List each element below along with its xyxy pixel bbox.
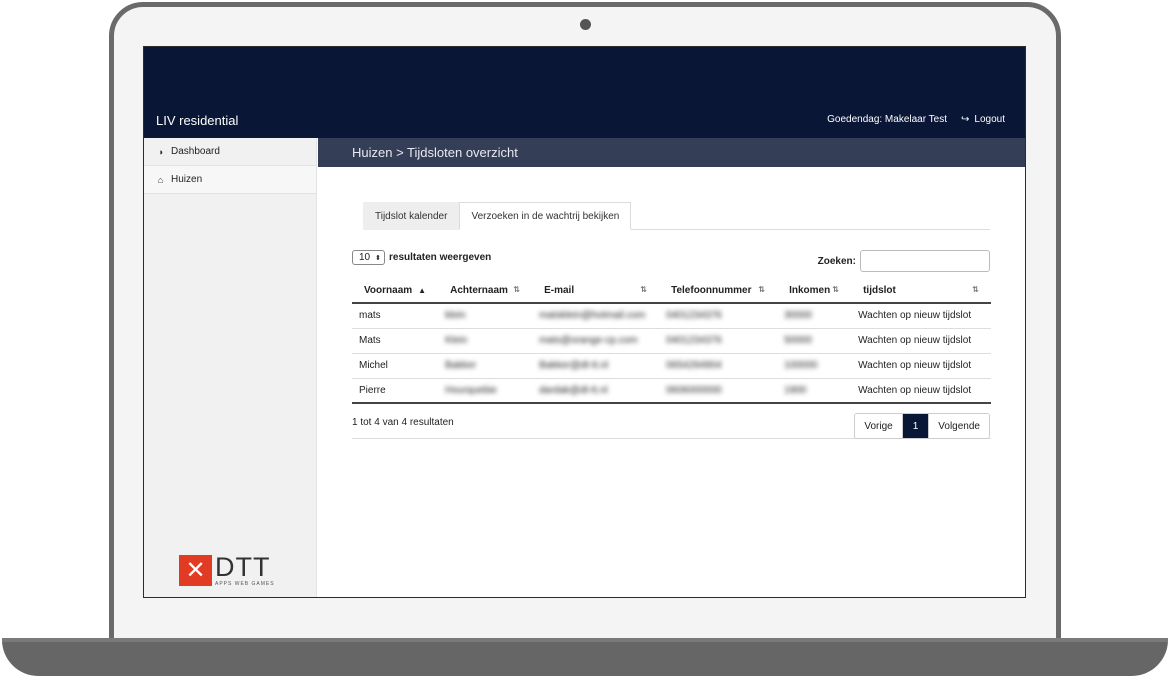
cell-achternaam: Klein: [438, 328, 533, 354]
cell-achternaam: klein: [438, 303, 533, 329]
search-label: Zoeken:: [817, 255, 856, 267]
logout-label: Logout: [974, 114, 1005, 125]
column-header-inkomen[interactable]: Inkomen ⇅: [777, 278, 852, 304]
home-icon: ⌂: [157, 174, 164, 185]
page-length-label: resultaten weergeven: [389, 252, 492, 263]
logo-text: DTT: [215, 552, 271, 582]
cell-voornaam: Michel: [352, 353, 439, 379]
dtt-logo: ✕ DTT APPS WEB GAMES: [179, 552, 275, 587]
column-header-achternaam[interactable]: Achternaam ⇅: [438, 278, 533, 304]
sort-icon: ⇅: [640, 284, 648, 294]
cell-achternaam: Bakker: [438, 353, 533, 379]
cell-telefoon: 0654294904: [659, 353, 778, 379]
sidebar-item-label: Huizen: [171, 174, 203, 185]
cell-email: Bakker@dt-tt.nl: [532, 353, 660, 379]
cell-telefoon: 0606000000: [659, 378, 778, 404]
user-area: Goedendag: Makelaar Test ↪ Logout: [827, 114, 1005, 125]
cell-inkomen: 1900: [777, 378, 852, 404]
cell-email: matsklein@hotmail.com: [532, 303, 660, 329]
cell-achternaam: Hourquebie: [438, 378, 533, 404]
cell-voornaam: Pierre: [352, 378, 439, 404]
column-header-tijdslot[interactable]: tijdslot ⇅: [851, 278, 991, 304]
cell-tijdslot: Wachten op nieuw tijdslot: [851, 303, 991, 329]
tab-wachtrij-verzoeken[interactable]: Verzoeken in de wachtrij bekijken: [459, 202, 632, 230]
page-length-select[interactable]: 10 ⬍: [352, 250, 385, 265]
column-header-email[interactable]: E-mail ⇅: [532, 278, 660, 304]
cell-inkomen: 50000: [777, 328, 852, 354]
table-row[interactable]: Michel Bakker Bakker@dt-tt.nl 0654294904…: [352, 353, 991, 379]
table-row[interactable]: Pierre Hourquebie dardak@dt-tt.nl 060600…: [352, 378, 991, 404]
main-content: Tijdslot kalender Verzoeken in de wachtr…: [318, 167, 1025, 597]
cell-email: dardak@dt-tt.nl: [532, 378, 660, 404]
sidebar-item-huizen[interactable]: ⌂ Huizen: [144, 166, 316, 194]
column-header-voornaam[interactable]: Voornaam ▲: [352, 278, 439, 304]
dashboard-icon: ◑: [157, 146, 164, 157]
cell-telefoon: 0401234376: [659, 303, 778, 329]
cell-tijdslot: Wachten op nieuw tijdslot: [851, 328, 991, 354]
page-length-value: 10: [359, 252, 371, 263]
camera-dot: [580, 19, 591, 30]
top-navbar: LIV residential Goedendag: Makelaar Test…: [144, 47, 1025, 138]
tab-tijdslot-kalender[interactable]: Tijdslot kalender: [363, 202, 460, 230]
select-arrows-icon: ⬍: [375, 254, 381, 262]
table-row[interactable]: mats klein matsklein@hotmail.com 0401234…: [352, 303, 991, 329]
table-info: 1 tot 4 van 4 resultaten: [352, 417, 454, 428]
sort-icon: ⇅: [513, 284, 521, 294]
logout-link[interactable]: ↪ Logout: [961, 114, 1005, 125]
cell-tijdslot: Wachten op nieuw tijdslot: [851, 353, 991, 379]
cell-voornaam: mats: [352, 303, 439, 329]
brand-title[interactable]: LIV residential: [156, 113, 238, 128]
laptop-base: [2, 638, 1168, 676]
app-screen: LIV residential Goedendag: Makelaar Test…: [143, 46, 1026, 598]
sidebar-item-dashboard[interactable]: ◑ Dashboard: [144, 138, 316, 166]
sort-icon: ⇅: [972, 284, 979, 294]
logo-tagline: APPS WEB GAMES: [215, 581, 275, 587]
cell-inkomen: 100000: [777, 353, 852, 379]
sign-out-icon: ↪: [961, 114, 970, 125]
sort-icon: ⇅: [758, 284, 766, 294]
tab-bar: Tijdslot kalender Verzoeken in de wachtr…: [363, 202, 990, 230]
next-page-button[interactable]: Volgende: [928, 414, 989, 438]
cell-inkomen: 30000: [777, 303, 852, 329]
table-row[interactable]: Mats Klein mats@orange-cp.com 0401234376…: [352, 328, 991, 354]
cell-voornaam: Mats: [352, 328, 439, 354]
pagination: Vorige 1 Volgende: [854, 413, 990, 439]
search-control: Zoeken:: [818, 250, 990, 272]
table-header-row: Voornaam ▲ Achternaam ⇅ E-mail ⇅ Telefoonnu…: [352, 278, 991, 304]
sort-asc-icon: ▲: [418, 285, 427, 295]
sidebar-item-label: Dashboard: [171, 146, 220, 157]
page-length-control: 10 ⬍ resultaten weergeven: [352, 250, 491, 265]
page-title: Huizen > Tijdsloten overzicht: [318, 138, 1025, 167]
sort-icon: ⇅: [832, 284, 840, 294]
sidebar: ◑ Dashboard ⌂ Huizen ✕ DTT APPS WEB GAME…: [144, 138, 317, 597]
timeslot-table: Voornaam ▲ Achternaam ⇅ E-mail ⇅ Telefoonnu…: [352, 278, 991, 404]
previous-page-button[interactable]: Vorige: [855, 414, 902, 438]
page-1-button[interactable]: 1: [901, 414, 929, 438]
cell-tijdslot: Wachten op nieuw tijdslot: [851, 378, 991, 404]
user-greeting: Goedendag: Makelaar Test: [827, 114, 948, 125]
cell-telefoon: 0401234376: [659, 328, 778, 354]
search-input[interactable]: [860, 250, 990, 272]
logo-mark-icon: ✕: [179, 555, 212, 586]
column-header-telefoonnummer[interactable]: Telefoonnummer ⇅: [659, 278, 778, 304]
cell-email: mats@orange-cp.com: [532, 328, 660, 354]
